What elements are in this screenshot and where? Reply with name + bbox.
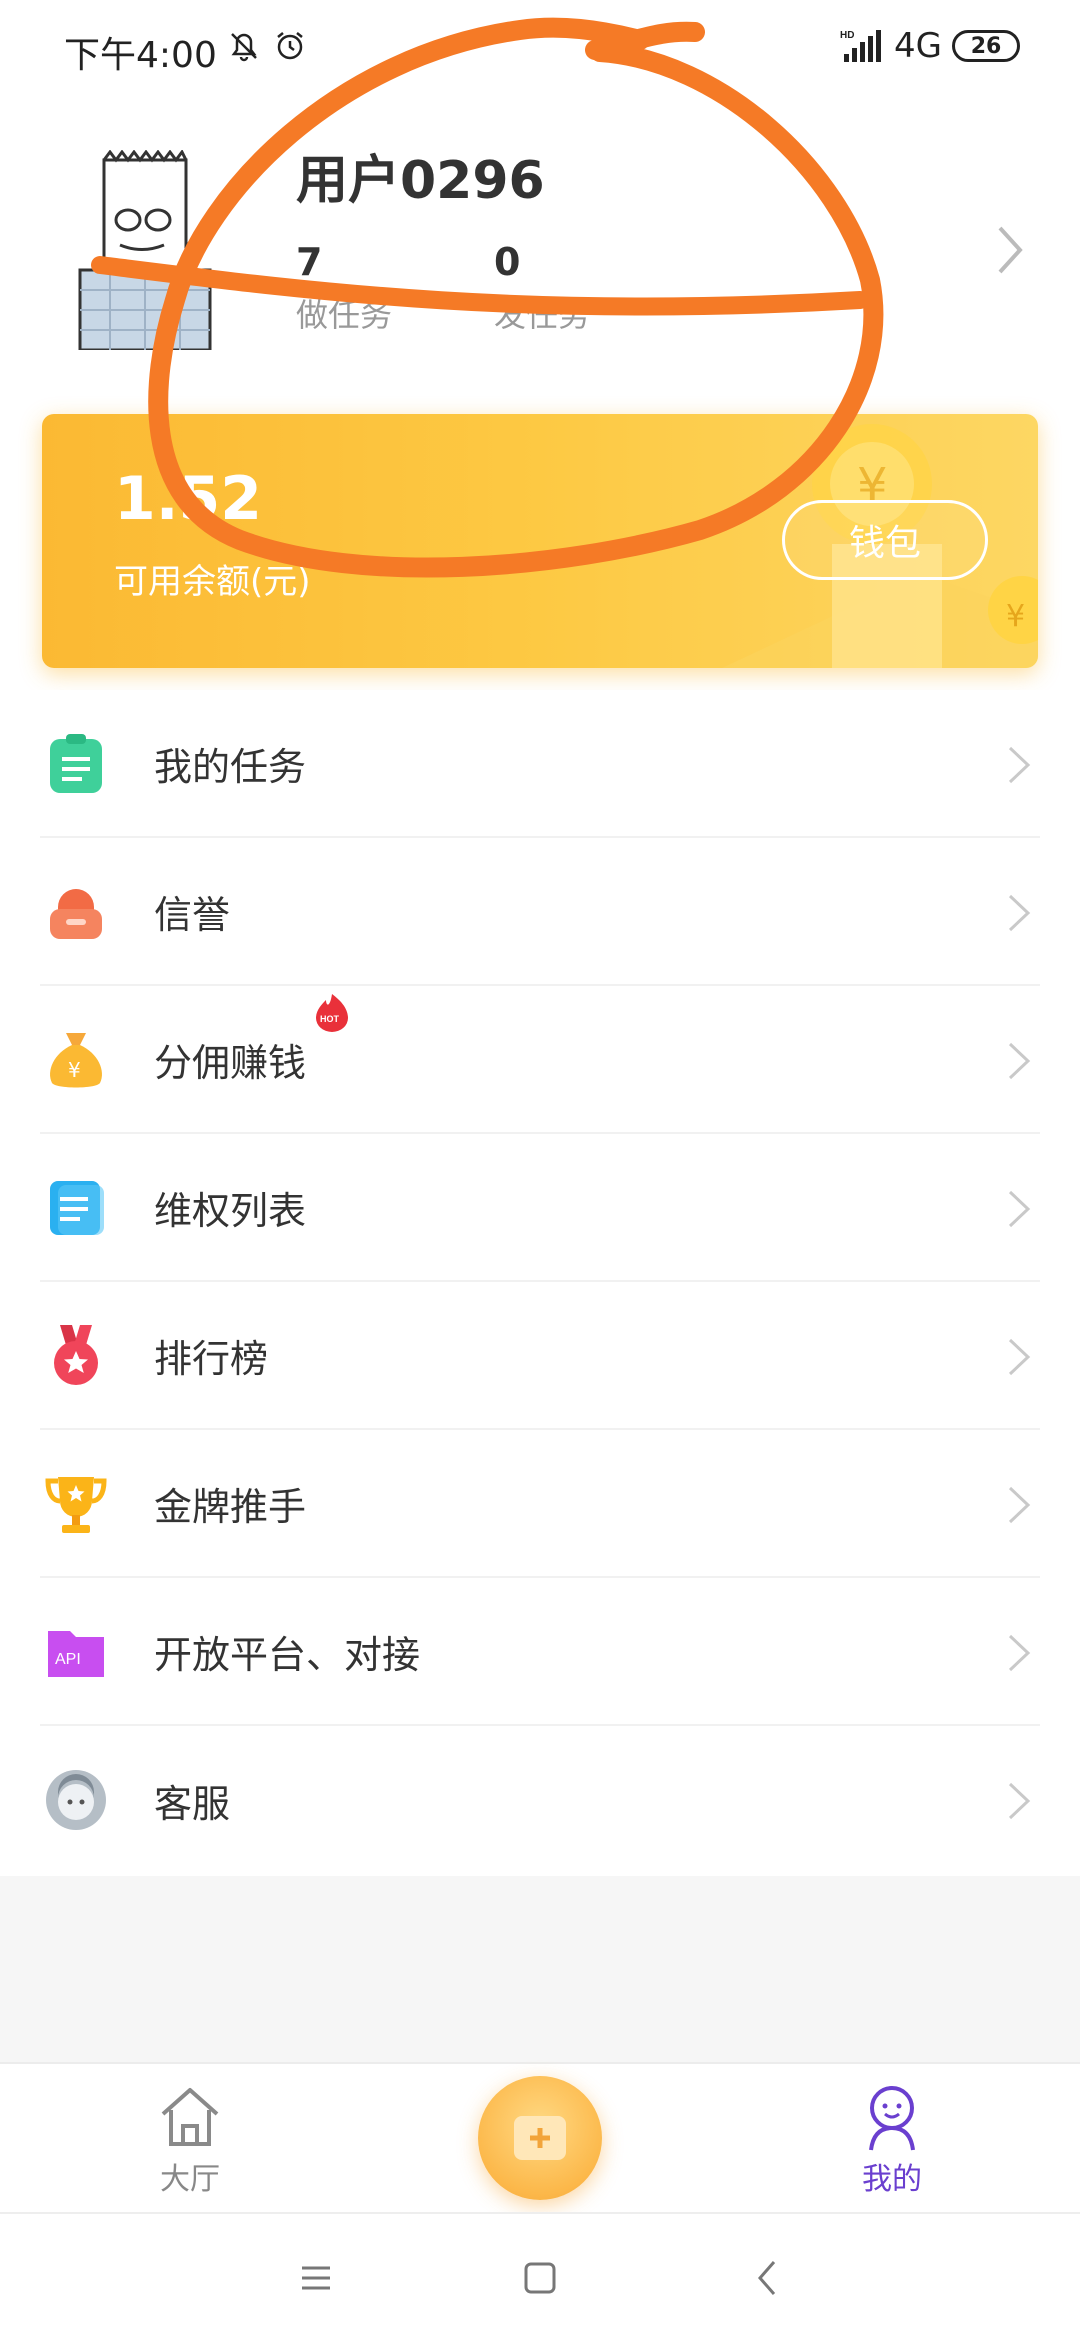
status-icons-left xyxy=(226,28,308,64)
menu-item-rights-list[interactable]: 维权列表 xyxy=(40,1134,1040,1282)
money-bag-icon: ¥ xyxy=(50,1033,102,1088)
menu-label: 我的任务 xyxy=(154,744,307,789)
menu-label: 维权列表 xyxy=(154,1188,307,1233)
bell-off-icon xyxy=(231,33,257,62)
menu-item-my-tasks[interactable]: 我的任务 xyxy=(40,690,1040,838)
battery-indicator: 26 xyxy=(952,30,1020,62)
menu-label: 客服 xyxy=(154,1781,231,1826)
chevron-right-icon xyxy=(1008,1338,1031,1376)
menu-item-leaderboard[interactable]: 排行榜 xyxy=(40,1282,1040,1430)
menu-item-gold-promoter[interactable]: 金牌推手 xyxy=(40,1430,1040,1578)
chevron-right-icon xyxy=(1008,1042,1031,1080)
status-time: 下午4:00 xyxy=(64,35,217,76)
credit-icon xyxy=(50,889,102,939)
balance-card[interactable]: ¥ ¥ 1.52 可用余额(元) 钱包 xyxy=(42,414,1038,668)
profile-page: 下午4:00 HD 4G 26 用户0296 7 做任务 0 发任务 ¥ ¥ 1… xyxy=(0,0,1080,2340)
status-right: HD 4G 26 xyxy=(840,26,1020,66)
svg-text:HOT: HOT xyxy=(320,1014,340,1024)
empty-area xyxy=(0,1876,1080,2062)
menu-item-customer-service[interactable]: 客服 xyxy=(40,1726,1040,1874)
chevron-right-icon xyxy=(1008,1486,1031,1524)
menu-label: 分佣赚钱 xyxy=(154,1040,307,1085)
stat-tasks-published[interactable]: 0 发任务 xyxy=(494,240,590,336)
chevron-right-icon xyxy=(1008,894,1031,932)
network-type: 4G xyxy=(894,26,942,66)
home-icon xyxy=(161,2088,219,2146)
stat-label: 发任务 xyxy=(494,296,591,334)
balance-label: 可用余额(元) xyxy=(114,562,311,602)
wallet-button[interactable]: 钱包 xyxy=(782,500,988,580)
hd-signal-icon: HD xyxy=(840,30,882,62)
trophy-icon xyxy=(45,1477,107,1533)
menu-item-commission[interactable]: ¥ 分佣赚钱 HOT xyxy=(40,986,1040,1134)
back-icon[interactable] xyxy=(740,2250,796,2306)
document-icon xyxy=(50,1181,104,1235)
chevron-right-icon xyxy=(1008,746,1031,784)
menu-list: 我的任务 信誉 ¥ 分佣赚钱 HOT 维权列表 排行榜 金牌推手 API 开放平… xyxy=(0,690,1080,1874)
chevron-right-icon xyxy=(1008,1190,1031,1228)
tab-label: 大厅 xyxy=(160,2162,220,2197)
medal-icon xyxy=(54,1325,98,1385)
api-folder-icon: API xyxy=(48,1631,104,1677)
chevron-right-icon[interactable] xyxy=(990,220,1030,280)
bottom-tab-bar: 大厅 我的 xyxy=(0,2062,1080,2212)
profile-header[interactable]: 用户0296 7 做任务 0 发任务 xyxy=(0,100,1080,400)
svg-text:¥: ¥ xyxy=(68,1058,81,1082)
avatar[interactable] xyxy=(70,150,220,350)
tab-hall[interactable]: 大厅 xyxy=(110,2082,270,2198)
stat-value: 0 xyxy=(494,240,521,284)
menu-label: 金牌推手 xyxy=(154,1484,307,1529)
system-navigation-bar xyxy=(0,2212,1080,2340)
chevron-right-icon xyxy=(1008,1782,1031,1820)
username: 用户0296 xyxy=(296,151,545,211)
clipboard-icon xyxy=(50,734,102,793)
home-square-icon[interactable] xyxy=(512,2250,568,2306)
menu-label: 信誉 xyxy=(154,892,231,937)
menu-icon[interactable] xyxy=(288,2250,344,2306)
customer-service-icon xyxy=(46,1770,106,1830)
menu-item-credit[interactable]: 信誉 xyxy=(40,838,1040,986)
balance-amount: 1.52 xyxy=(114,464,263,534)
alarm-icon xyxy=(277,32,303,60)
status-bar: 下午4:00 HD 4G 26 xyxy=(0,0,1080,100)
chevron-right-icon xyxy=(1008,1634,1031,1672)
menu-label: 开放平台、对接 xyxy=(154,1632,421,1677)
svg-text:API: API xyxy=(55,1651,81,1668)
stat-label: 做任务 xyxy=(296,296,393,334)
hot-badge-icon: HOT xyxy=(316,994,348,1032)
tab-mine[interactable]: 我的 xyxy=(812,2082,972,2198)
profile-icon xyxy=(869,2086,915,2151)
add-task-button[interactable] xyxy=(478,2076,602,2200)
tab-label: 我的 xyxy=(862,2162,922,2197)
svg-text:HD: HD xyxy=(840,30,854,41)
add-task-icon xyxy=(514,2116,566,2160)
stat-value: 7 xyxy=(296,240,323,284)
svg-text:¥: ¥ xyxy=(1006,599,1025,634)
menu-item-open-platform[interactable]: API 开放平台、对接 xyxy=(40,1578,1040,1726)
menu-label: 排行榜 xyxy=(154,1336,269,1381)
stat-tasks-done[interactable]: 7 做任务 xyxy=(296,240,392,336)
